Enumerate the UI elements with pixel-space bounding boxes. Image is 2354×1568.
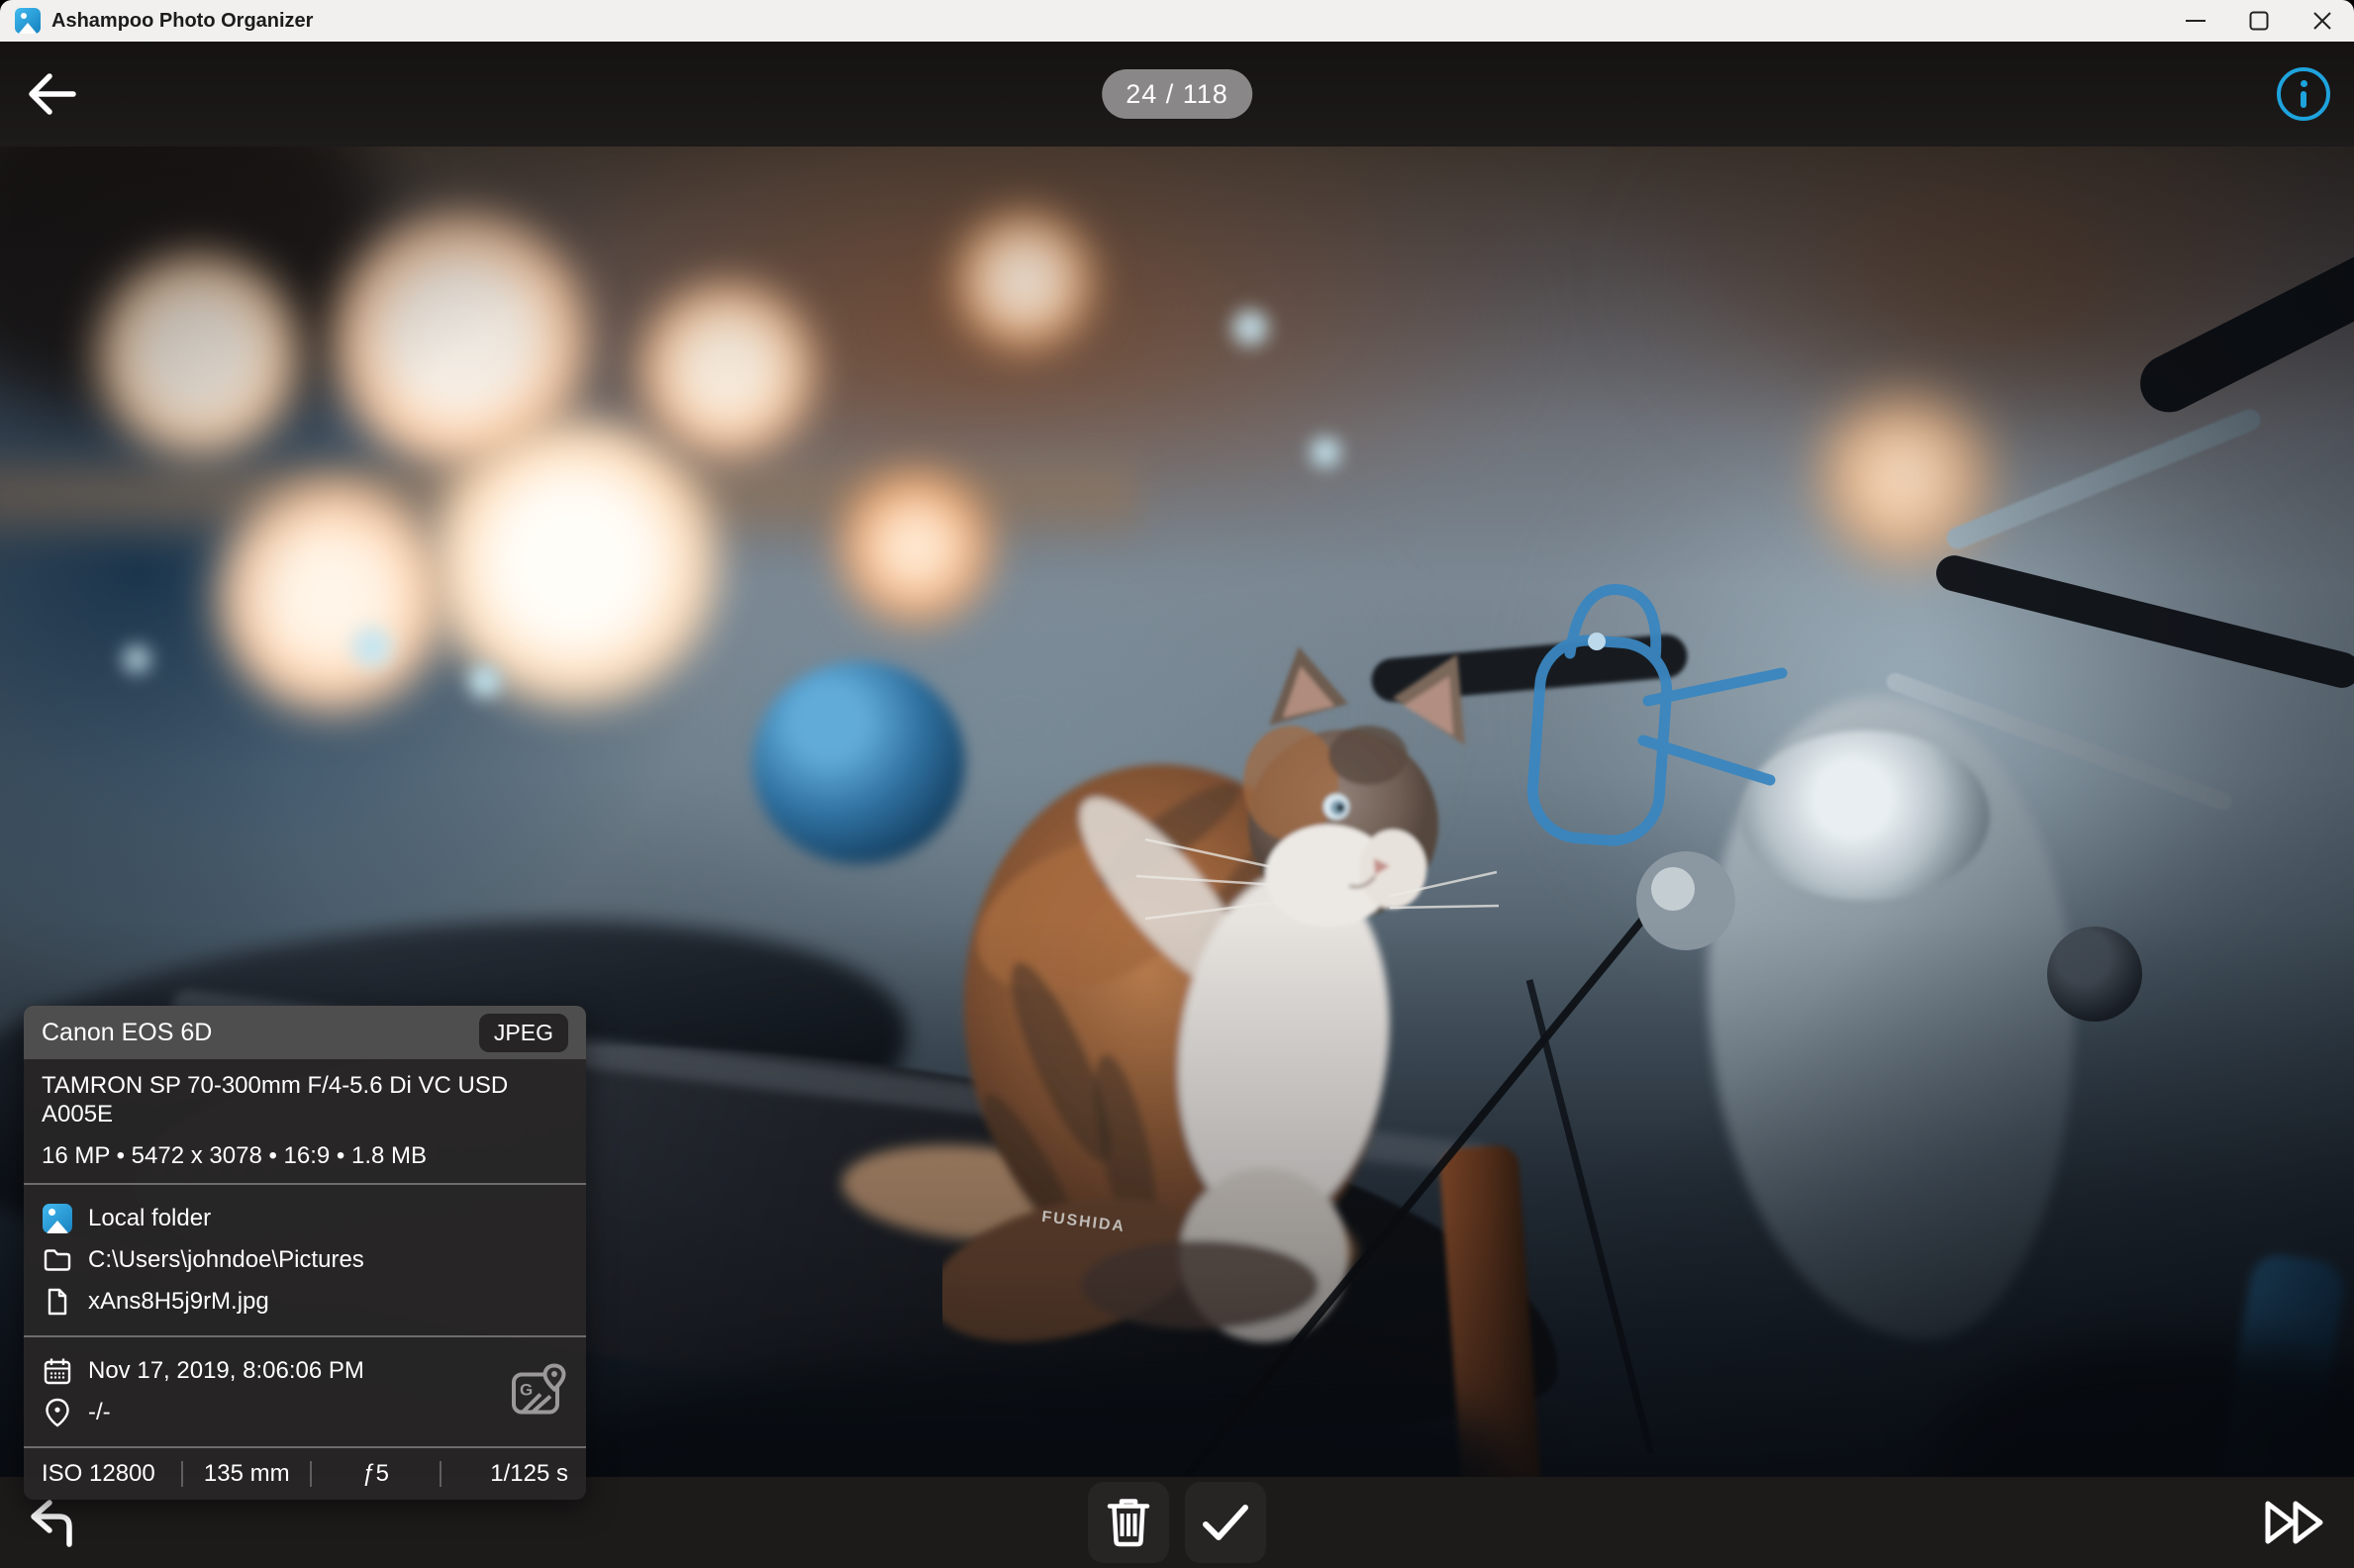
gps-coordinates: -/- [88,1399,111,1426]
minimize-icon [2185,10,2207,32]
source-row: Local folder [42,1198,568,1239]
lens-name: TAMRON SP 70-300mm F/4-5.6 Di VC USD A00… [42,1072,568,1129]
fast-forward-icon [2263,1498,2328,1547]
titlebar: Ashampoo Photo Organizer [0,0,2354,42]
trash-icon [1107,1497,1150,1548]
aperture-value: ƒ5 [312,1460,439,1488]
review-actions [1088,1482,1266,1563]
file-icon [42,1287,73,1317]
iso-value: ISO 12800 [42,1460,181,1488]
file-name-row: xAns8H5j9rM.jpg [42,1281,568,1323]
date-location-section: Nov 17, 2019, 8:06:06 PM -/- [24,1337,586,1446]
date-row: Nov 17, 2019, 8:06:06 PM [42,1350,568,1392]
map-icon: G [511,1364,568,1416]
info-icon [2301,80,2307,87]
back-arrow-icon [24,71,79,117]
info-button[interactable] [2277,67,2330,121]
checkmark-icon [1202,1504,1249,1541]
close-button[interactable] [2291,0,2354,42]
app-window: FUSHIDA Ashampoo Photo Organizer [0,0,2354,1568]
image-specs: 16 MP • 5472 x 3078 • 16:9 • 1.8 MB [42,1142,568,1171]
source-section: Local folder C:\Users\johndoe\Pictures [24,1185,586,1335]
folder-path-row: C:\Users\johndoe\Pictures [42,1239,568,1281]
app-logo-icon [15,8,41,34]
maximize-icon [2249,11,2269,31]
keep-button[interactable] [1185,1482,1266,1563]
exif-info-panel: Canon EOS 6D JPEG TAMRON SP 70-300mm F/4… [24,1006,586,1500]
focal-length-value: 135 mm [183,1460,310,1488]
location-row: -/- [42,1392,568,1433]
format-badge: JPEG [479,1014,568,1052]
local-folder-icon [42,1204,73,1233]
folder-path: C:\Users\johndoe\Pictures [88,1246,364,1274]
close-icon [2312,11,2332,31]
svg-text:G: G [520,1381,533,1400]
undo-arrow-icon [28,1498,81,1547]
exif-header: Canon EOS 6D JPEG [24,1006,586,1059]
photo-counter: 24 / 118 [1102,69,1252,119]
shutter-speed-value: 1/125 s [441,1460,568,1488]
camera-model: Canon EOS 6D [42,1019,212,1047]
skip-forward-button[interactable] [2261,1495,2330,1550]
minimize-button[interactable] [2164,0,2227,42]
undo-button[interactable] [24,1494,85,1551]
exif-body: TAMRON SP 70-300mm F/4-5.6 Di VC USD A00… [24,1059,586,1500]
exposure-stats-row: ISO 12800 135 mm ƒ5 1/125 s [24,1448,586,1500]
window-title: Ashampoo Photo Organizer [51,10,313,33]
date-taken: Nov 17, 2019, 8:06:06 PM [88,1357,364,1385]
maximize-button[interactable] [2227,0,2291,42]
file-name: xAns8H5j9rM.jpg [88,1288,269,1316]
window-controls [2164,0,2354,42]
back-button[interactable] [22,68,81,120]
open-map-button[interactable]: G [511,1364,568,1421]
lens-section: TAMRON SP 70-300mm F/4-5.6 Di VC USD A00… [24,1059,586,1183]
location-pin-icon [42,1398,73,1427]
folder-icon [42,1247,73,1273]
delete-button[interactable] [1088,1482,1169,1563]
top-toolbar: 24 / 118 [0,42,2354,147]
source-label: Local folder [88,1205,211,1232]
calendar-icon [42,1356,73,1386]
